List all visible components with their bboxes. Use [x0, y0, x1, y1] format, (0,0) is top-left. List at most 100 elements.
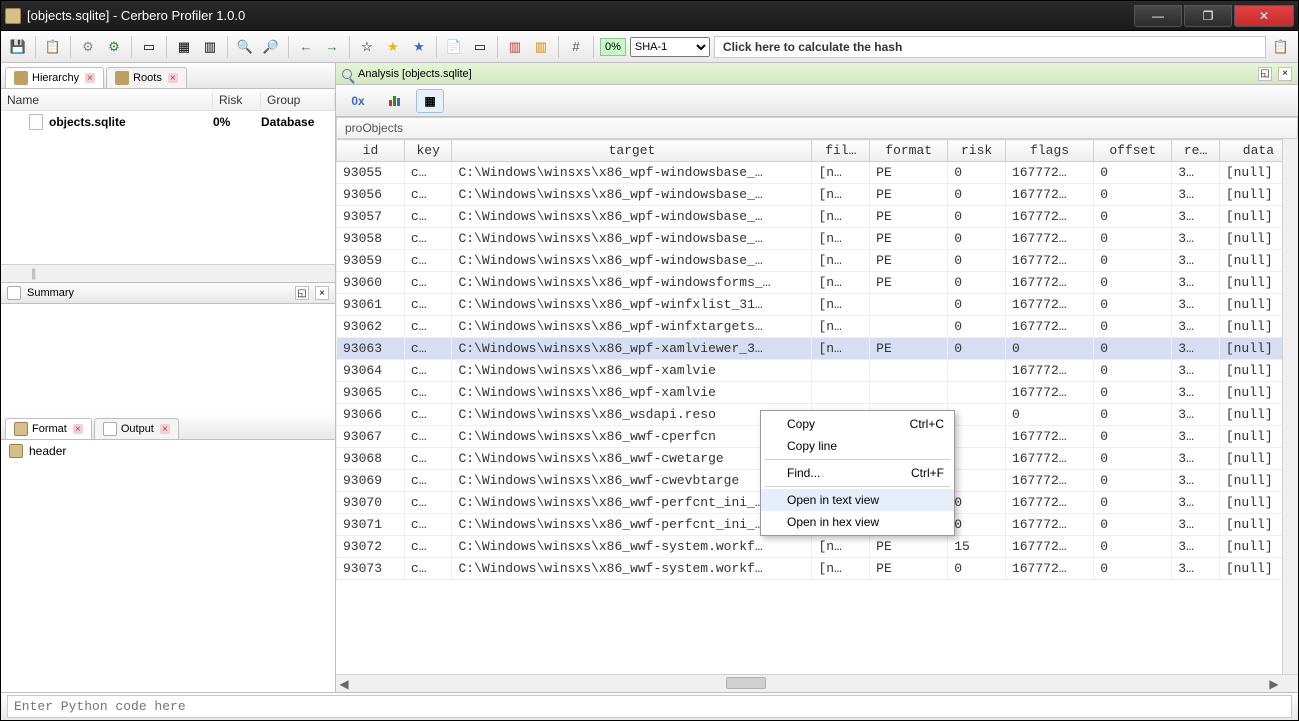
cell-key[interactable]: c…	[404, 184, 452, 206]
table-row[interactable]: 93056c…C:\Windows\winsxs\x86_wpf-windows…	[337, 184, 1298, 206]
cell-risk[interactable]: 15	[948, 536, 1006, 558]
cell-flags[interactable]: 167772…	[1005, 316, 1093, 338]
cell-re[interactable]: 3…	[1172, 316, 1220, 338]
cell-offset[interactable]: 0	[1094, 228, 1172, 250]
tab-close-icon[interactable]: ×	[168, 73, 178, 83]
bookmark-button[interactable]: ☆	[356, 36, 378, 58]
cell-fil[interactable]: [n…	[812, 338, 870, 360]
cell-re[interactable]: 3…	[1172, 206, 1220, 228]
cell-key[interactable]: c…	[404, 382, 452, 404]
cell-risk[interactable]: 0	[948, 272, 1006, 294]
window-icon[interactable]: ▭	[138, 36, 160, 58]
cell-risk[interactable]: 0	[948, 294, 1006, 316]
cell-flags[interactable]: 167772…	[1005, 536, 1093, 558]
cell-target[interactable]: C:\Windows\winsxs\x86_wpf-windowsbase_…	[452, 184, 812, 206]
cell-re[interactable]: 3…	[1172, 294, 1220, 316]
hash-field[interactable]: Click here to calculate the hash	[714, 36, 1266, 58]
table-row[interactable]: 93057c…C:\Windows\winsxs\x86_wpf-windows…	[337, 206, 1298, 228]
cell-format[interactable]: PE	[870, 338, 948, 360]
cell-flags[interactable]: 167772…	[1005, 558, 1093, 580]
cell-risk[interactable]	[948, 470, 1006, 492]
cell-key[interactable]: c…	[404, 558, 452, 580]
cell-re[interactable]: 3…	[1172, 492, 1220, 514]
cell-flags[interactable]: 167772…	[1005, 162, 1093, 184]
ctx-open-text-view[interactable]: Open in text view	[761, 489, 954, 511]
table-row[interactable]: 93061c…C:\Windows\winsxs\x86_wpf-winfxli…	[337, 294, 1298, 316]
cell-re[interactable]: 3…	[1172, 162, 1220, 184]
cell-format[interactable]	[870, 360, 948, 382]
cell-id[interactable]: 93065	[337, 382, 405, 404]
cell-fil[interactable]: [n…	[812, 206, 870, 228]
table-row[interactable]: 93055c…C:\Windows\winsxs\x86_wpf-windows…	[337, 162, 1298, 184]
cell-fil[interactable]: [n…	[812, 250, 870, 272]
cell-key[interactable]: c…	[404, 316, 452, 338]
star-yellow-icon[interactable]: ★	[382, 36, 404, 58]
cell-risk[interactable]	[948, 404, 1006, 426]
cell-risk[interactable]: 0	[948, 338, 1006, 360]
tab-close-icon[interactable]: ×	[160, 424, 170, 434]
table-row[interactable]: 93060c…C:\Windows\winsxs\x86_wpf-windows…	[337, 272, 1298, 294]
cell-offset[interactable]: 0	[1094, 448, 1172, 470]
cell-offset[interactable]: 0	[1094, 382, 1172, 404]
cell-format[interactable]: PE	[870, 536, 948, 558]
cell-id[interactable]: 93071	[337, 514, 405, 536]
cell-key[interactable]: c…	[404, 426, 452, 448]
doc-button[interactable]: 📄	[443, 36, 465, 58]
col-risk[interactable]: risk	[948, 140, 1006, 162]
cell-risk[interactable]	[948, 448, 1006, 470]
python-input[interactable]	[7, 695, 1292, 718]
window2-button[interactable]: ▭	[469, 36, 491, 58]
cell-format[interactable]: PE	[870, 558, 948, 580]
cell-offset[interactable]: 0	[1094, 514, 1172, 536]
scroll-right-icon[interactable]: ▶	[1266, 676, 1282, 692]
hierarchy-tree[interactable]: Name Risk Group objects.sqlite 0% Databa…	[1, 89, 335, 264]
col-key[interactable]: key	[404, 140, 452, 162]
cell-id[interactable]: 93055	[337, 162, 405, 184]
table-row[interactable]: 93064c…C:\Windows\winsxs\x86_wpf-xamlvie…	[337, 360, 1298, 382]
tab-hierarchy[interactable]: Hierarchy ×	[5, 67, 104, 88]
ctx-find[interactable]: Find... Ctrl+F	[761, 462, 954, 484]
cell-fil[interactable]	[812, 382, 870, 404]
col-format[interactable]: format	[870, 140, 948, 162]
back-button[interactable]: ←	[295, 36, 317, 58]
cell-fil[interactable]: [n…	[812, 184, 870, 206]
cell-key[interactable]: c…	[404, 162, 452, 184]
cell-key[interactable]: c…	[404, 492, 452, 514]
cell-format[interactable]: PE	[870, 206, 948, 228]
format-item-header[interactable]: header	[1, 440, 335, 462]
cell-re[interactable]: 3…	[1172, 558, 1220, 580]
cell-offset[interactable]: 0	[1094, 184, 1172, 206]
cell-flags[interactable]: 167772…	[1005, 206, 1093, 228]
cell-re[interactable]: 3…	[1172, 382, 1220, 404]
cell-flags[interactable]: 167772…	[1005, 514, 1093, 536]
cell-re[interactable]: 3…	[1172, 338, 1220, 360]
cell-format[interactable]	[870, 316, 948, 338]
cell-offset[interactable]: 0	[1094, 470, 1172, 492]
cell-id[interactable]: 93067	[337, 426, 405, 448]
cell-id[interactable]: 93064	[337, 360, 405, 382]
table-row[interactable]: 93073c…C:\Windows\winsxs\x86_wwf-system.…	[337, 558, 1298, 580]
cell-offset[interactable]: 0	[1094, 338, 1172, 360]
cell-target[interactable]: C:\Windows\winsxs\x86_wpf-xamlvie	[452, 382, 812, 404]
hex-view-button[interactable]: 0x	[344, 89, 372, 113]
cell-risk[interactable]: 0	[948, 558, 1006, 580]
cell-format[interactable]: PE	[870, 250, 948, 272]
cell-format[interactable]: PE	[870, 228, 948, 250]
cell-id[interactable]: 93058	[337, 228, 405, 250]
col-re[interactable]: re…	[1172, 140, 1220, 162]
cell-target[interactable]: C:\Windows\winsxs\x86_wwf-cwevbtarge	[452, 470, 812, 492]
cell-key[interactable]: c…	[404, 536, 452, 558]
cell-target[interactable]: C:\Windows\winsxs\x86_wpf-windowsbase_…	[452, 162, 812, 184]
col-fil[interactable]: fil…	[812, 140, 870, 162]
cell-offset[interactable]: 0	[1094, 536, 1172, 558]
cell-target[interactable]: C:\Windows\winsxs\x86_wpf-xamlvie	[452, 360, 812, 382]
cell-offset[interactable]: 0	[1094, 316, 1172, 338]
cell-risk[interactable]: 0	[948, 228, 1006, 250]
cell-flags[interactable]: 167772…	[1005, 228, 1093, 250]
cell-target[interactable]: C:\Windows\winsxs\x86_wpf-windowsbase_…	[452, 206, 812, 228]
cell-flags[interactable]: 167772…	[1005, 492, 1093, 514]
cell-flags[interactable]: 167772…	[1005, 184, 1093, 206]
gear-gray-icon[interactable]: ⚙	[77, 36, 99, 58]
cell-target[interactable]: C:\Windows\winsxs\x86_wpf-windowsforms_…	[452, 272, 812, 294]
cell-target[interactable]: C:\Windows\winsxs\x86_wpf-windowsbase_…	[452, 250, 812, 272]
